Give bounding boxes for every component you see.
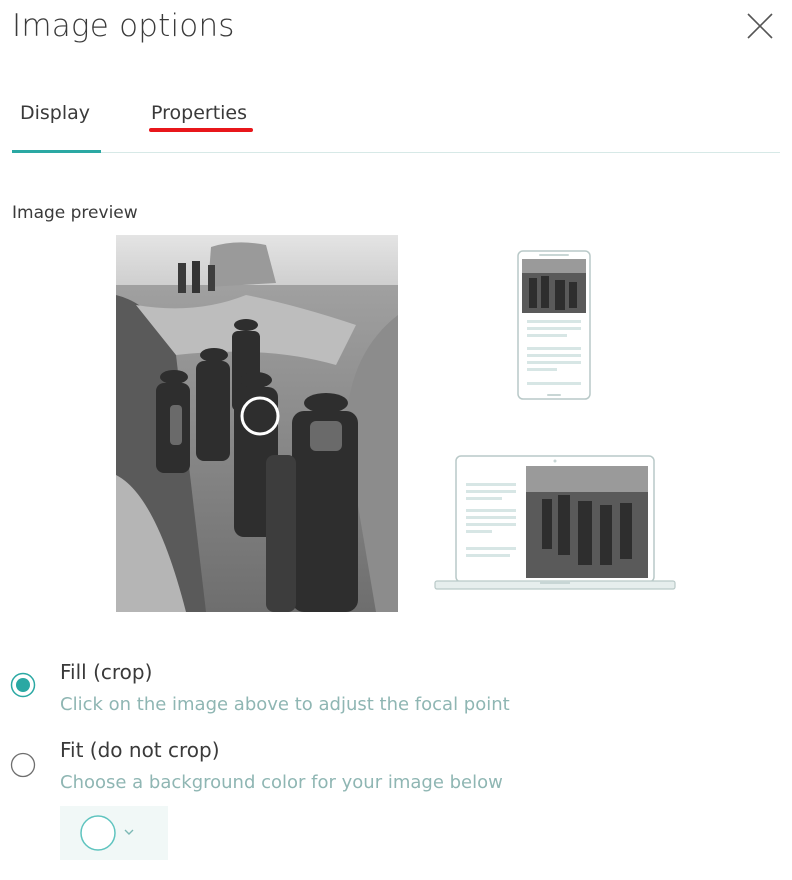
image-preview-photo[interactable] xyxy=(116,235,398,612)
fill-help-text: Click on the image above to adjust the f… xyxy=(60,694,510,715)
fit-help-text: Choose a background color for your image… xyxy=(60,772,503,793)
image-preview-label: Image preview xyxy=(12,203,138,223)
tab-display[interactable]: Display xyxy=(20,102,90,124)
chevron-down-icon xyxy=(124,829,134,835)
background-color-picker[interactable] xyxy=(60,806,168,860)
fill-label[interactable]: Fill (crop) xyxy=(60,660,152,684)
close-button[interactable] xyxy=(744,10,776,42)
close-icon xyxy=(747,13,773,39)
fit-radio[interactable] xyxy=(10,752,36,778)
tab-bar: Display Properties xyxy=(12,92,780,153)
color-swatch xyxy=(80,815,116,851)
fit-label[interactable]: Fit (do not crop) xyxy=(60,738,220,762)
active-tab-indicator xyxy=(12,150,101,153)
tab-properties[interactable]: Properties xyxy=(151,102,247,124)
fill-radio[interactable] xyxy=(10,672,36,698)
laptop-preview xyxy=(434,455,676,591)
dialog-title: Image options xyxy=(12,8,235,44)
phone-preview xyxy=(517,250,591,400)
annotation-underline xyxy=(149,128,253,132)
